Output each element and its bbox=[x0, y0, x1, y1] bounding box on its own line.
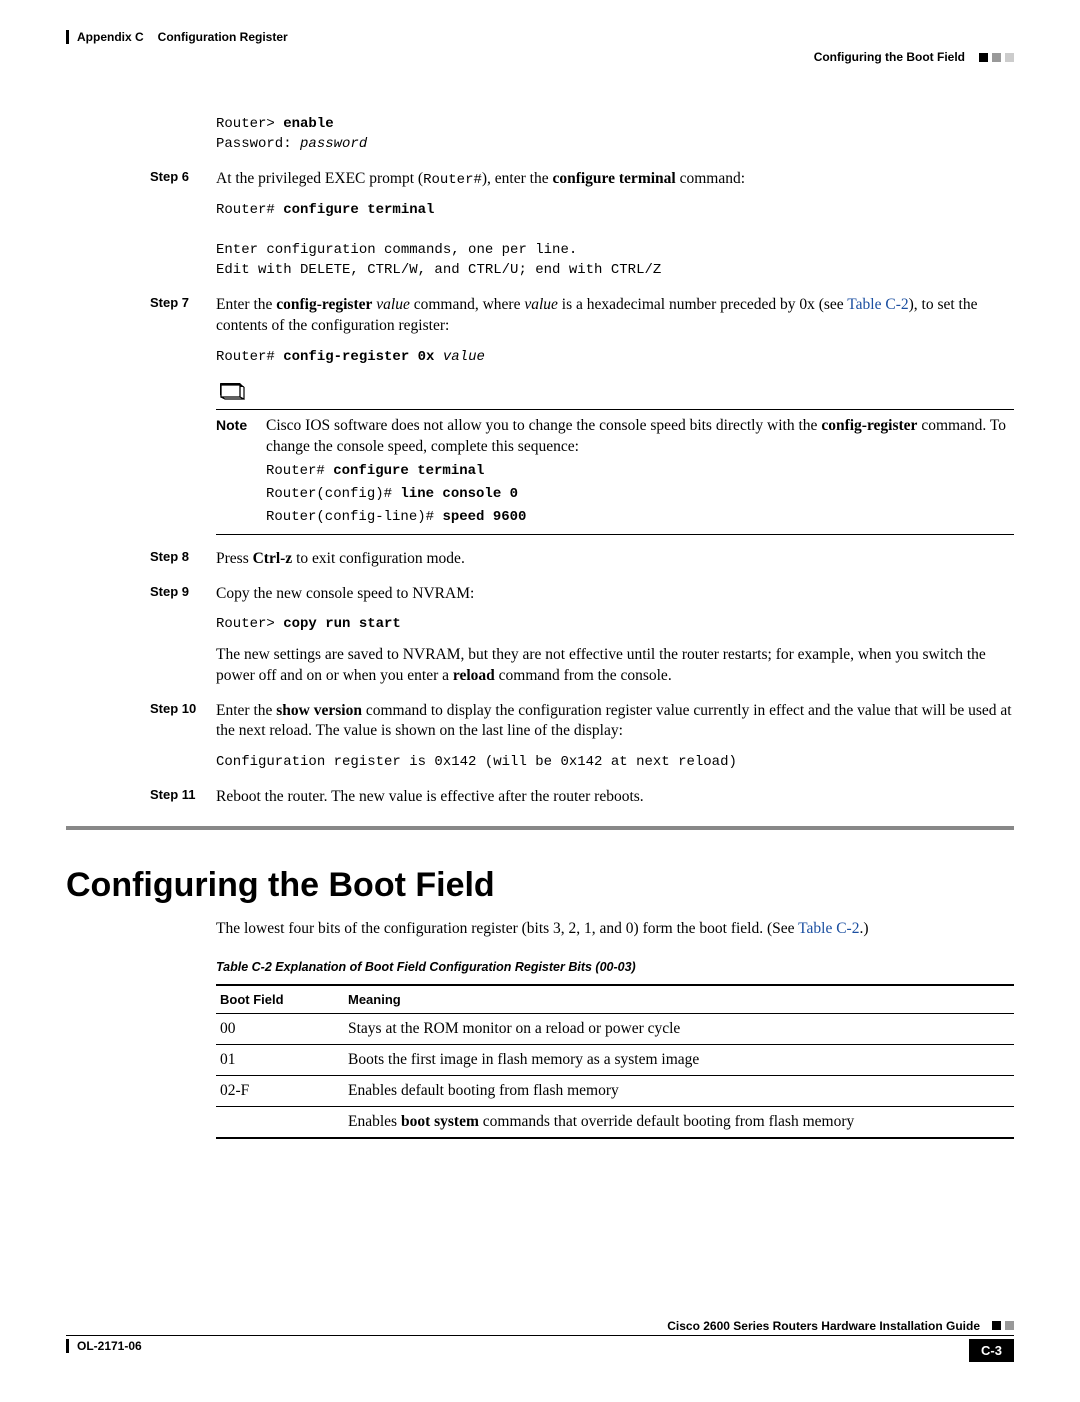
step-body: At the privileged EXEC prompt (Router#),… bbox=[216, 169, 1014, 281]
note-block: Note Cisco IOS software does not allow y… bbox=[216, 409, 1014, 535]
step-label: Step 7 bbox=[150, 295, 216, 535]
step-label: Step 8 bbox=[150, 549, 216, 570]
step-label: Step 9 bbox=[150, 584, 216, 687]
page-footer: Cisco 2600 Series Routers Hardware Insta… bbox=[66, 1319, 1014, 1362]
page-header: Appendix C Configuration Register Config… bbox=[66, 30, 1014, 64]
step-body: Enter the show version command to displa… bbox=[216, 701, 1014, 773]
step-body: Copy the new console speed to NVRAM: Rou… bbox=[216, 584, 1014, 687]
step-body: Enter the config-register value command,… bbox=[216, 295, 1014, 535]
square-icon bbox=[992, 53, 1001, 62]
footer-doc: OL-2171-06 bbox=[77, 1339, 142, 1353]
code-block: Router> enable Password: password bbox=[216, 114, 1014, 155]
table-row: 01 Boots the first image in flash memory… bbox=[216, 1044, 1014, 1075]
note-icon bbox=[216, 381, 1014, 403]
header-chapter: Configuration Register bbox=[158, 30, 288, 44]
table-row: 02-F Enables default booting from flash … bbox=[216, 1075, 1014, 1106]
header-section: Configuring the Boot Field bbox=[814, 50, 965, 64]
step-label: Step 10 bbox=[150, 701, 216, 773]
table-row: Enables boot system commands that overri… bbox=[216, 1106, 1014, 1138]
divider bbox=[66, 826, 1014, 830]
table-caption: Table C-2 Explanation of Boot Field Conf… bbox=[216, 960, 1014, 974]
boot-field-table: Boot Field Meaning 00 Stays at the ROM m… bbox=[216, 984, 1014, 1139]
step-body: Press Ctrl-z to exit configuration mode. bbox=[216, 549, 1014, 570]
intro-paragraph: The lowest four bits of the configuratio… bbox=[216, 919, 1014, 940]
step-label: Step 11 bbox=[150, 787, 216, 808]
note-label: Note bbox=[216, 416, 266, 528]
footer-guide: Cisco 2600 Series Routers Hardware Insta… bbox=[667, 1319, 980, 1333]
page-number: C-3 bbox=[969, 1339, 1014, 1362]
table-header: Boot Field bbox=[216, 985, 344, 1014]
square-icon bbox=[979, 53, 988, 62]
square-icon bbox=[992, 1321, 1001, 1330]
square-icon bbox=[1005, 53, 1014, 62]
section-heading: Configuring the Boot Field bbox=[66, 866, 1014, 905]
table-link[interactable]: Table C-2 bbox=[847, 296, 908, 313]
square-icon bbox=[1005, 1321, 1014, 1330]
step-label: Step 6 bbox=[150, 169, 216, 281]
table-row: 00 Stays at the ROM monitor on a reload … bbox=[216, 1013, 1014, 1044]
table-header: Meaning bbox=[344, 985, 1014, 1014]
header-appendix: Appendix C bbox=[77, 30, 144, 44]
table-link[interactable]: Table C-2 bbox=[798, 920, 859, 937]
step-body: Reboot the router. The new value is effe… bbox=[216, 787, 1014, 808]
